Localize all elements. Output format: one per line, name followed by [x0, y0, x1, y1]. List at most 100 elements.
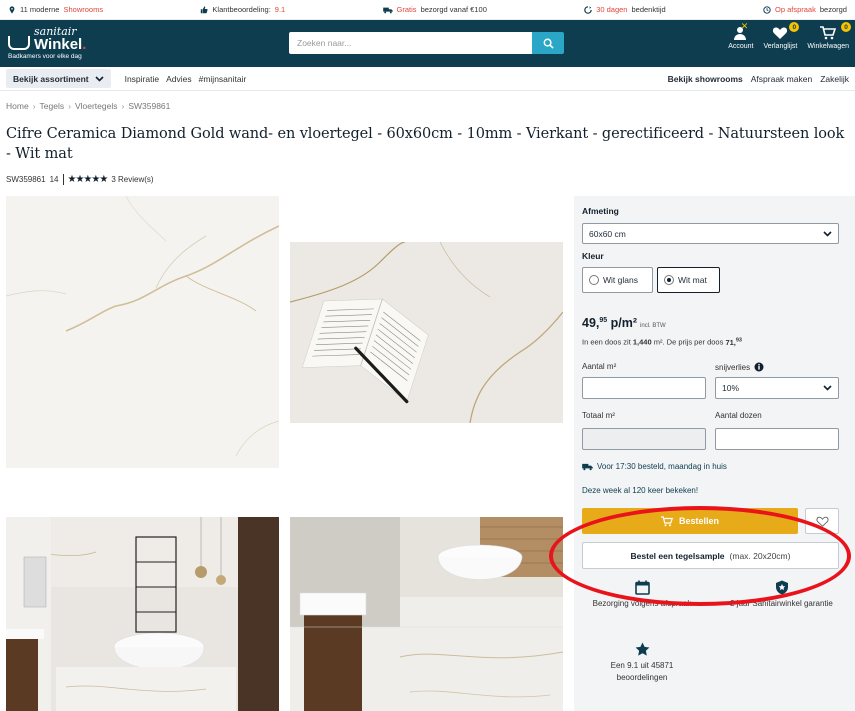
chevron-down-icon — [95, 75, 104, 82]
product-image-bathroom-1[interactable] — [6, 517, 279, 711]
calendar-icon — [634, 580, 650, 595]
boxes-input[interactable] — [715, 428, 839, 450]
usp-return-highlight: 30 dagen — [596, 5, 628, 14]
box-info: In een doos zit 1,440 m². De prijs per d… — [582, 337, 742, 347]
usp-showrooms-text: 11 moderne — [20, 5, 60, 14]
cart-icon — [820, 26, 837, 40]
product-image-book[interactable] — [290, 242, 563, 423]
qty-m2-input[interactable] — [582, 377, 706, 399]
views-info: Deze week al 120 keer bekeken! — [582, 486, 699, 495]
nav-appointment-link[interactable]: Afspraak maken — [751, 74, 812, 84]
usp-appointment-highlight: Op afspraak — [775, 5, 816, 14]
nav-item-advies[interactable]: Advies — [166, 74, 192, 84]
brand-tagline: Badkamers voor elke dag — [8, 53, 82, 60]
add-to-wishlist-button[interactable] — [805, 508, 839, 534]
color-option-label: Wit glans — [603, 275, 638, 285]
usp-delivery-appointment: Bezorging volgens afspraak — [578, 580, 706, 610]
meta-divider — [62, 174, 64, 185]
search-input[interactable] — [289, 32, 532, 54]
assortment-label: Bekijk assortiment — [13, 73, 89, 84]
product-image-bathroom-2[interactable] — [290, 517, 563, 711]
size-value: 60x60 cm — [589, 228, 626, 239]
thumbs-up-icon — [201, 5, 208, 13]
assortment-dropdown[interactable]: Bekijk assortiment — [6, 69, 111, 88]
bathroom-scene-image — [290, 517, 563, 711]
chevron-down-icon — [823, 230, 832, 237]
bathtub-logo-icon — [8, 36, 30, 50]
nav-item-inspiratie[interactable]: Inspiratie — [125, 74, 160, 84]
main-nav: Bekijk assortiment Inspiratie Advies #mi… — [0, 67, 855, 91]
truck-icon — [582, 463, 593, 470]
review-count-link[interactable]: 3 Review(s) — [111, 175, 153, 184]
search-bar — [289, 32, 564, 54]
order-button[interactable]: Bestellen — [582, 508, 798, 534]
search-icon — [543, 38, 554, 49]
info-icon[interactable] — [754, 362, 764, 372]
breadcrumb-home[interactable]: Home — [6, 101, 29, 111]
price-incl-vat: incl. BTW — [640, 323, 666, 329]
account-button[interactable]: ✕ Account — [728, 21, 753, 51]
order-sample-button[interactable]: Bestel een tegelsample (max. 20x20cm) — [582, 542, 839, 569]
product-sku-suffix: 14 — [49, 175, 59, 184]
color-option-label: Wit mat — [678, 275, 707, 285]
product-title: Cifre Ceramica Diamond Gold wand- en vlo… — [6, 126, 845, 162]
usp-rating-score: 9.1 — [274, 5, 286, 14]
color-label: Kleur — [582, 251, 604, 261]
product-image-main[interactable] — [6, 196, 279, 468]
location-pin-icon — [9, 5, 15, 14]
usp-return-text: bedenktijd — [631, 5, 666, 14]
price-per-m2: 49,95 p/m² incl. BTW — [582, 316, 666, 330]
usp-reviews: Een 9.1 uit 45871 beoordelingen — [594, 642, 690, 684]
usp-appointment-text: bezorgd — [819, 5, 847, 14]
refresh-icon — [584, 5, 592, 14]
loss-label: snijverlies — [715, 362, 764, 372]
usp-showrooms[interactable]: 11 moderne Showrooms — [8, 5, 103, 14]
breadcrumb-tegels[interactable]: Tegels — [40, 101, 65, 111]
breadcrumb: Home › Tegels › Vloertegels › SW359861 — [6, 101, 170, 111]
site-logo[interactable]: sanitair Winkel. Badkamers voor elke dag — [8, 26, 118, 60]
clock-icon — [763, 5, 771, 14]
heart-outline-icon — [815, 516, 829, 527]
wishlist-button[interactable]: 0 Verlanglijst — [763, 22, 800, 50]
nav-business-link[interactable]: Zakelijk — [820, 74, 849, 84]
usp-appointment: Op afspraak bezorgd — [763, 5, 847, 14]
search-button[interactable] — [532, 32, 564, 54]
site-header: sanitair Winkel. Badkamers voor elke dag… — [0, 20, 855, 67]
loss-value: 10% — [722, 383, 740, 393]
brand-main: Winkel. — [34, 36, 87, 53]
usp-free-delivery-highlight: Gratis — [396, 5, 417, 14]
color-option-wit-mat[interactable]: Wit mat — [657, 267, 720, 293]
loss-select[interactable]: 10% — [715, 377, 839, 399]
product-sku: SW359861 — [6, 175, 46, 184]
chevron-down-icon — [823, 385, 832, 391]
cart-count: 0 — [841, 22, 851, 32]
size-select[interactable]: 60x60 cm — [582, 223, 839, 244]
breadcrumb-separator-icon: › — [121, 101, 125, 111]
usp-warranty: 2 jaar Sanitairwinkel garantie — [724, 580, 839, 610]
radio-checked-icon — [664, 275, 674, 285]
cart-button[interactable]: 0 Winkelwagen — [807, 22, 851, 50]
usp-showrooms-link[interactable]: Showrooms — [63, 5, 103, 14]
heart-icon — [773, 27, 788, 39]
cart-icon — [660, 515, 673, 526]
cart-label: Winkelwagen — [807, 43, 849, 50]
color-option-wit-glans[interactable]: Wit glans — [582, 267, 653, 293]
truck-icon — [382, 7, 393, 13]
header-actions: ✕ Account 0 Verlanglijst 0 Winkelwagen — [728, 21, 851, 51]
rating-stars-icon[interactable]: ★★★★★ — [68, 174, 109, 185]
top-info-bar: 11 moderne Showrooms Klantbeoordeling: 9… — [0, 0, 855, 20]
breadcrumb-vloertegels[interactable]: Vloertegels — [75, 101, 118, 111]
radio-unchecked-icon — [589, 275, 599, 285]
wishlist-label: Verlanglijst — [763, 43, 798, 50]
breadcrumb-separator-icon: › — [68, 101, 71, 111]
nav-item-mijnsanitair[interactable]: #mijnsanitair — [199, 74, 247, 84]
account-status-icon: ✕ — [740, 20, 749, 31]
qty-label: Aantal m² — [582, 362, 617, 371]
usp-return: 30 dagen bedenktijd — [584, 5, 666, 14]
bathroom-scene-image — [6, 517, 279, 711]
star-icon — [635, 642, 649, 656]
breadcrumb-current: SW359861 — [128, 101, 171, 111]
shield-star-icon — [775, 580, 788, 595]
nav-showrooms-link[interactable]: Bekijk showrooms — [668, 74, 743, 84]
total-m2-field — [582, 428, 706, 450]
